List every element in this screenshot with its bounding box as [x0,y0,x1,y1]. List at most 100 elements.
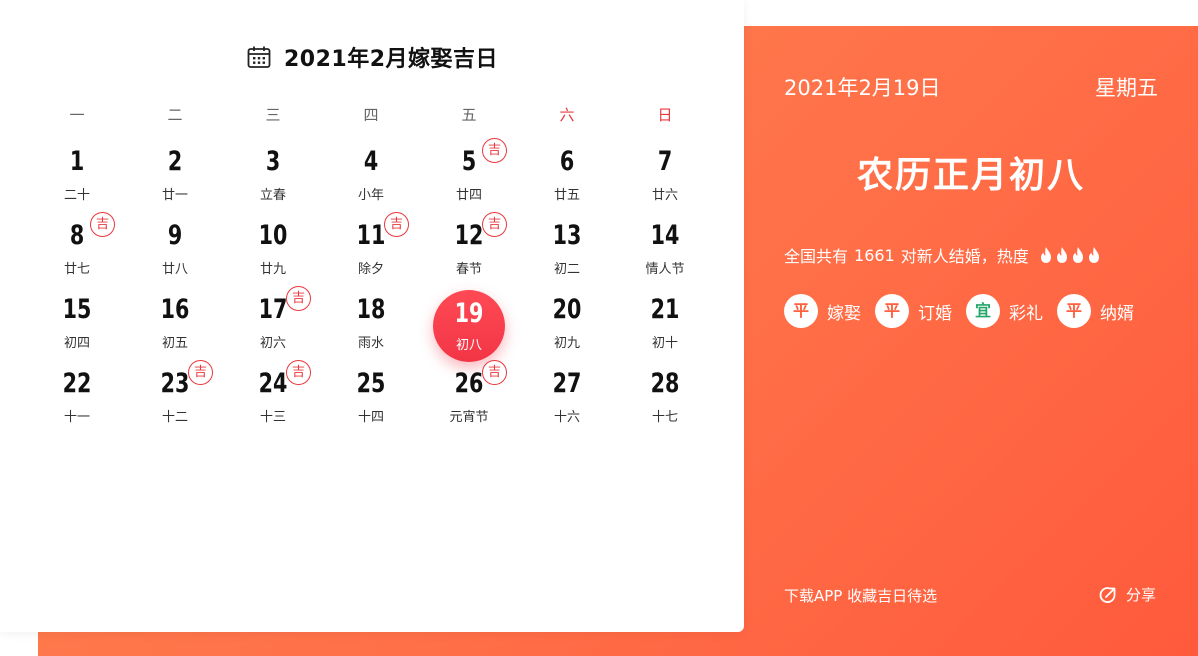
weekday-label: 二 [167,106,183,124]
day-cell[interactable]: 3 立春 [224,140,322,214]
day-cell[interactable]: 1 二十 [28,140,126,214]
activity-tags: 平嫁娶平订婚宜彩礼平纳婿 [784,294,1134,328]
lunar-day-label: 初四 [63,336,90,351]
day-cell[interactable]: 13 初二 [518,214,616,288]
lunar-day-label: 除夕 [357,262,384,277]
selected-weekday: 星期五 [1095,76,1158,100]
day-cell[interactable]: 26 元宵节吉 [420,360,518,436]
day-cell[interactable]: 20 初九 [518,288,616,362]
day-cell[interactable]: 11 除夕吉 [322,212,420,288]
tag-label: 嫁娶 [827,303,861,324]
day-cell[interactable]: 25 十四 [322,362,420,436]
weekday-label: 三 [265,106,281,124]
lunar-day-label: 十一 [63,410,90,425]
day-number: 22 [62,368,92,399]
day-number: 3 [265,146,281,177]
auspicious-badge: 吉 [482,360,507,385]
day-number: 13 [552,220,582,251]
lunar-day-label: 二十 [63,188,90,203]
day-cell[interactable]: 10 廿九 [224,214,322,288]
flame-icon [1039,246,1053,264]
weekday-label: 五 [461,106,477,124]
lunar-day-label: 廿一 [161,188,188,203]
lunar-date: 农历正月初八 [856,155,1085,196]
day-number: 10 [258,220,288,251]
day-cell[interactable]: 14 情人节 [616,214,714,288]
day-cell[interactable]: 17 初六吉 [224,286,322,362]
calendar-title: 2021年2月嫁娶吉日 [0,42,744,72]
day-number: 21 [650,294,680,325]
day-number: 20 [552,294,582,325]
day-cell[interactable]: 5 廿四吉 [420,138,518,214]
week-row: 22 十一 23 十二吉 24 十三吉 25 十四 26 元宵节吉 27 十六 28 十七 [28,360,714,436]
day-cell[interactable]: 23 十二吉 [126,360,224,436]
auspicious-badge: 吉 [482,212,507,237]
day-cell[interactable]: 12 春节吉 [420,212,518,288]
week-row: 8 廿七吉 9 廿八 10 廿九 11 除夕吉 12 春节吉 13 初二 14 情人节 [28,212,714,288]
download-app-link[interactable]: 下载APP 收藏吉日待选 [784,585,937,606]
day-number: 15 [62,294,92,325]
lunar-day-label: 初六 [259,336,286,351]
lunar-day-label: 初十 [651,336,678,351]
lunar-day-label: 廿四 [455,188,482,203]
lunar-day-label: 雨水 [357,336,384,351]
flame-icon [1087,246,1101,264]
activity-tag[interactable]: 平嫁娶 [784,294,861,328]
day-number: 7 [657,146,673,177]
day-cell[interactable]: 22 十一 [28,362,126,436]
day-cell[interactable]: 24 十三吉 [224,360,322,436]
calendar-icon [246,44,272,70]
lunar-day-label: 立春 [259,188,286,203]
day-number: 6 [559,146,575,177]
share-label: 分享 [1125,586,1156,604]
week-row: 1 二十 2 廿一 3 立春 4 小年 5 廿四吉 6 廿五 7 廿六 [28,138,714,214]
day-cell[interactable]: 18 雨水 [322,288,420,362]
auspicious-badge: 吉 [286,286,311,311]
activity-tag[interactable]: 平订婚 [875,294,952,328]
lunar-day-label: 廿六 [651,188,678,203]
day-cell[interactable]: 4 小年 [322,140,420,214]
lunar-day-label: 初八 [455,338,482,353]
lunar-day-label: 廿七 [63,262,90,277]
weekday-label: 一 [69,106,85,124]
stats-suffix: 对新人结婚，热度 [900,247,1029,266]
activity-tag[interactable]: 宜彩礼 [966,294,1043,328]
lunar-day-label: 十二 [161,410,188,425]
day-number: 16 [160,294,190,325]
day-cell[interactable]: 7 廿六 [616,140,714,214]
tag-status-badge: 平 [875,294,909,328]
auspicious-badge: 吉 [286,360,311,385]
day-cell-selected[interactable]: 19 初八 [420,288,518,362]
day-cell[interactable]: 8 廿七吉 [28,212,126,288]
day-cell[interactable]: 2 廿一 [126,140,224,214]
lunar-day-label: 十三 [259,410,286,425]
calendar-grid: 1 二十 2 廿一 3 立春 4 小年 5 廿四吉 6 廿五 7 廿六 8 廿七吉 9 廿八 10 廿九 11 除夕吉 12… [28,138,714,436]
auspicious-badge: 吉 [384,212,409,237]
share-button[interactable]: 分享 [1098,584,1156,605]
couples-count: 1661 [854,245,895,265]
day-number: 14 [650,220,680,251]
day-number: 4 [363,146,379,177]
tag-status-badge: 宜 [966,294,1000,328]
activity-tag[interactable]: 平纳婿 [1057,294,1134,328]
day-cell[interactable]: 27 十六 [518,362,616,436]
day-cell[interactable]: 28 十七 [616,362,714,436]
auspicious-badge: 吉 [482,138,507,163]
auspicious-badge: 吉 [188,360,213,385]
lunar-day-label: 初二 [553,262,580,277]
day-cell[interactable]: 6 廿五 [518,140,616,214]
lunar-day-label: 十四 [357,410,384,425]
day-number: 25 [356,368,386,399]
day-number: 9 [167,220,183,251]
day-cell[interactable]: 9 廿八 [126,214,224,288]
weekday-label: 六 [559,106,575,124]
tag-status-badge: 平 [784,294,818,328]
day-cell[interactable]: 21 初十 [616,288,714,362]
selected-date: 2021年2月19日 [784,76,941,100]
heat-indicator [1039,246,1101,264]
auspicious-badge: 吉 [90,212,115,237]
tag-label: 彩礼 [1009,303,1043,324]
day-cell[interactable]: 15 初四 [28,288,126,362]
day-cell[interactable]: 16 初五 [126,288,224,362]
weekday-label: 日 [657,106,673,124]
